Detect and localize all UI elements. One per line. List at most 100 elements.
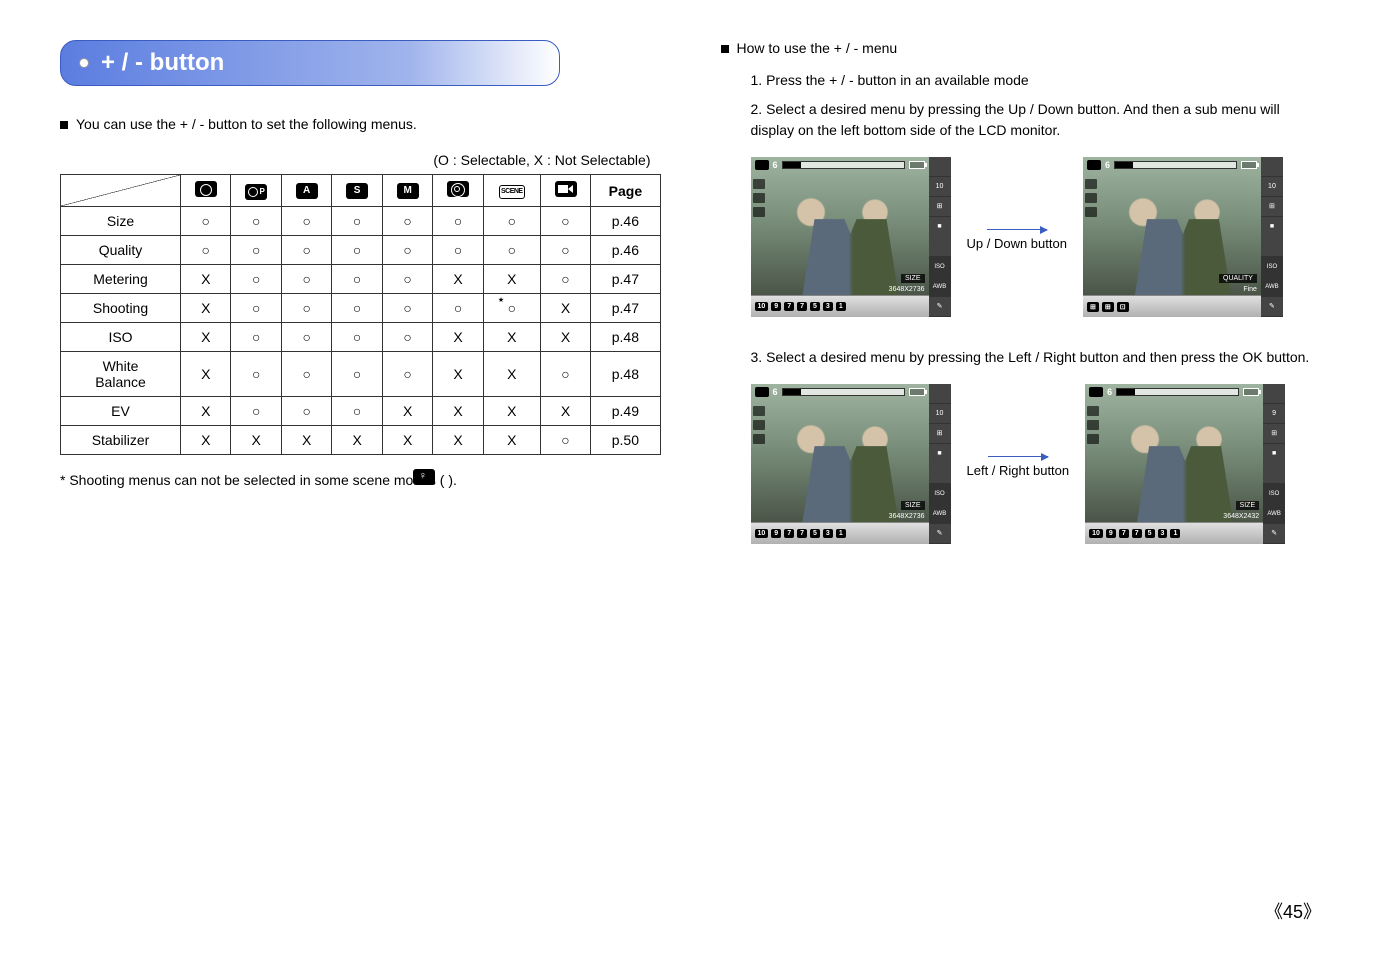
- resolution-text: 3648X2736: [889, 286, 925, 293]
- page-cell: p.48: [591, 323, 660, 352]
- cell: X: [540, 323, 590, 352]
- cell: ○: [382, 323, 432, 352]
- howto-heading: How to use the + / - menu: [737, 40, 898, 56]
- table-row: WhiteBalanceX○○○○XX○p.48: [61, 352, 661, 397]
- page-cell: p.46: [591, 207, 660, 236]
- cell: ○: [281, 323, 331, 352]
- cell: X: [181, 323, 231, 352]
- menu-table: P A S M SCENE Page Size○○○○○○○○p.46Quali…: [60, 174, 661, 455]
- step2: 2. Select a desired menu by pressing the…: [751, 99, 1322, 141]
- row-name: Stabilizer: [61, 426, 181, 455]
- col-p: P: [231, 175, 281, 207]
- cell: X: [181, 265, 231, 294]
- intro-text: You can use the + / - button to set the …: [76, 116, 417, 132]
- size-label-2: SIZE: [901, 501, 925, 510]
- cell: ○: [231, 207, 281, 236]
- col-page: Page: [591, 175, 660, 207]
- table-row: EVX○○○XXXXp.49: [61, 397, 661, 426]
- cell: X: [483, 265, 540, 294]
- mode-m-icon: M: [397, 183, 419, 199]
- page-cell: p.47: [591, 265, 660, 294]
- cell: ○: [382, 236, 432, 265]
- page-cell: p.50: [591, 426, 660, 455]
- cell: X: [281, 426, 331, 455]
- cell: ○: [332, 207, 382, 236]
- size-label-3: SIZE: [1236, 501, 1260, 510]
- row-name: Size: [61, 207, 181, 236]
- howto-heading-line: How to use the + / - menu: [721, 40, 1322, 56]
- cell: ○: [433, 207, 483, 236]
- cell: X: [382, 426, 432, 455]
- cell: ○: [382, 265, 432, 294]
- page-title: + / - button: [60, 40, 560, 86]
- row-name: Metering: [61, 265, 181, 294]
- cell: ○: [332, 236, 382, 265]
- cell: ○: [540, 236, 590, 265]
- arrow-updown: Up / Down button: [967, 223, 1067, 251]
- page-cell: p.46: [591, 236, 660, 265]
- cell: ○: [382, 207, 432, 236]
- bullet-icon: [60, 121, 68, 129]
- table-row: Quality○○○○○○○○p.46: [61, 236, 661, 265]
- page-cell: p.49: [591, 397, 660, 426]
- col-a: A: [281, 175, 331, 207]
- col-scene: SCENE: [483, 175, 540, 207]
- cell: ○: [281, 294, 331, 323]
- cell: X: [483, 323, 540, 352]
- cell: ○: [540, 207, 590, 236]
- page-cell: p.47: [591, 294, 660, 323]
- cell: X: [540, 397, 590, 426]
- cell: X: [433, 265, 483, 294]
- cell: X: [483, 397, 540, 426]
- table-row: ShootingX○○○○○○Xp.47: [61, 294, 661, 323]
- cell: ○: [540, 265, 590, 294]
- col-asm: [433, 175, 483, 207]
- asm-icon: [447, 181, 469, 197]
- cell: ○: [540, 352, 590, 397]
- col-video: [540, 175, 590, 207]
- col-s: S: [332, 175, 382, 207]
- preview-row-1: 10⊞■ISOAWB✎ 6 SIZE 10977531 3648X2736 Up…: [751, 157, 1322, 317]
- cell: ○: [231, 236, 281, 265]
- table-row: ISOX○○○○XXXp.48: [61, 323, 661, 352]
- cell: X: [332, 426, 382, 455]
- cell: X: [181, 426, 231, 455]
- cell: ○: [332, 294, 382, 323]
- page-cell: p.48: [591, 352, 660, 397]
- step3: 3. Select a desired menu by pressing the…: [751, 347, 1322, 368]
- cell: ○: [332, 265, 382, 294]
- row-name: EV: [61, 397, 181, 426]
- cell: ○: [433, 236, 483, 265]
- page-number: 45: [1265, 898, 1321, 924]
- cell: ○: [332, 397, 382, 426]
- cell: ○: [281, 265, 331, 294]
- cell: ○: [231, 323, 281, 352]
- cell: X: [433, 426, 483, 455]
- cell: ○: [332, 323, 382, 352]
- cell: X: [433, 352, 483, 397]
- intro-line: You can use the + / - button to set the …: [60, 116, 661, 132]
- fine-text: Fine: [1243, 286, 1257, 293]
- scene-icon: SCENE: [499, 185, 525, 199]
- cell: ○: [382, 294, 432, 323]
- cell: X: [181, 352, 231, 397]
- lcd-preview-1a: 10⊞■ISOAWB✎ 6 SIZE 10977531 3648X2736: [751, 157, 951, 317]
- cell: ○: [281, 397, 331, 426]
- cell: X: [483, 426, 540, 455]
- col-m: M: [382, 175, 432, 207]
- cell: ○: [483, 236, 540, 265]
- resolution-text-2a: 3648X2736: [889, 513, 925, 520]
- lcd-preview-2b: 9⊞■ISOAWB✎ 6 SIZE 10977531 3648X2432: [1085, 384, 1285, 544]
- footnote-text: * Shooting menus can not be selected in …: [60, 472, 457, 488]
- bullet-icon: [721, 45, 729, 53]
- cell: ○: [181, 207, 231, 236]
- table-row: StabilizerXXXXXXX○p.50: [61, 426, 661, 455]
- cell: X: [433, 397, 483, 426]
- lcd-preview-1b: 10⊞■ISOAWB✎ 6 QUALITY ⊞⊞⊡ Fine: [1083, 157, 1283, 317]
- cell: ○: [231, 397, 281, 426]
- table-legend: (O : Selectable, X : Not Selectable): [60, 152, 651, 168]
- quality-label: QUALITY: [1219, 274, 1257, 283]
- step1: 1. Press the + / - button in an availabl…: [751, 70, 1322, 91]
- video-icon: [555, 181, 577, 197]
- cell: ○: [540, 426, 590, 455]
